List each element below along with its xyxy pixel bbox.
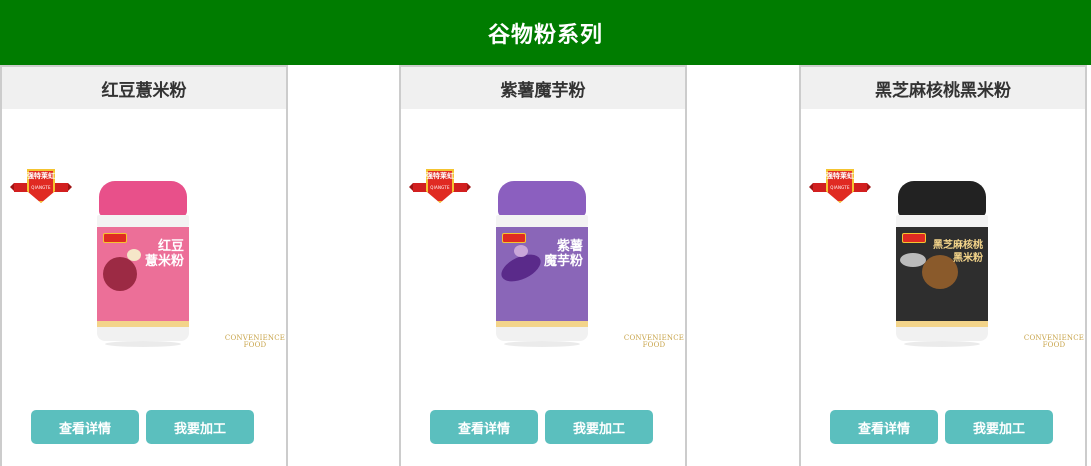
coix-seed-icon — [127, 249, 141, 261]
jar-logo-icon — [502, 233, 526, 243]
jar-logo-icon — [902, 233, 926, 243]
page-header: 谷物粉系列 — [0, 0, 1091, 65]
jar-label: 紫薯 魔芋粉 — [496, 227, 588, 321]
product-title[interactable]: 黑芝麻核桃黑米粉 — [801, 67, 1085, 109]
product-card-black-sesame: 黑芝麻核桃黑米粉 强特莱虹 QIANGTE 黑芝麻核桃 黑米粉 CONVENIE… — [799, 65, 1087, 466]
konjac-icon — [514, 245, 528, 257]
product-title-text: 紫薯魔芋粉 — [500, 80, 586, 101]
view-details-button[interactable]: 查看详情 — [31, 410, 139, 444]
product-image[interactable]: 强特莱虹 QIANGTE 黑芝麻核桃 黑米粉 CONVENIENCE FOOD — [801, 111, 1085, 411]
jar-label: 黑芝麻核桃 黑米粉 — [896, 227, 988, 321]
jar-lid — [898, 181, 986, 217]
product-card-purple-potato: 紫薯魔芋粉 强特莱虹 QIANGTE 紫薯 魔芋粉 CONVENIENCE FO… — [399, 65, 687, 466]
product-jar: 紫薯 魔芋粉 — [496, 181, 588, 347]
red-bean-icon — [103, 257, 137, 291]
convenience-food-label: CONVENIENCE FOOD — [224, 334, 286, 349]
jar-product-name: 紫薯 魔芋粉 — [543, 239, 583, 269]
product-card-red-bean: 红豆薏米粉 强特莱虹 QIANGTE 红豆 薏米粉 CONVENIENCE FO… — [0, 65, 288, 466]
view-details-button[interactable]: 查看详情 — [830, 410, 938, 444]
brand-badge-icon: 强特莱虹 QIANGTE — [10, 169, 72, 205]
product-title[interactable]: 紫薯魔芋粉 — [401, 67, 685, 109]
product-title-text: 黑芝麻核桃黑米粉 — [875, 80, 1011, 101]
product-jar: 红豆 薏米粉 — [97, 181, 189, 347]
jar-lid — [99, 181, 187, 217]
request-processing-button[interactable]: 我要加工 — [545, 410, 653, 444]
convenience-food-label: CONVENIENCE FOOD — [1023, 334, 1085, 349]
request-processing-button[interactable]: 我要加工 — [146, 410, 254, 444]
product-image[interactable]: 强特莱虹 QIANGTE 红豆 薏米粉 CONVENIENCE FOOD — [2, 111, 286, 411]
jar-product-name: 黑芝麻核桃 黑米粉 — [933, 240, 983, 264]
brand-badge-icon: 强特莱虹 QIANGTE — [809, 169, 871, 205]
product-image[interactable]: 强特莱虹 QIANGTE 紫薯 魔芋粉 CONVENIENCE FOOD — [401, 111, 685, 411]
view-details-button[interactable]: 查看详情 — [430, 410, 538, 444]
convenience-food-label: CONVENIENCE FOOD — [623, 334, 685, 349]
jar-lid — [498, 181, 586, 217]
jar-logo-icon — [103, 233, 127, 243]
product-jar: 黑芝麻核桃 黑米粉 — [896, 181, 988, 347]
page-title: 谷物粉系列 — [487, 22, 603, 48]
sesame-bowl-icon — [900, 253, 926, 267]
brand-badge-icon: 强特莱虹 QIANGTE — [409, 169, 471, 205]
product-title[interactable]: 红豆薏米粉 — [2, 67, 286, 109]
product-title-text: 红豆薏米粉 — [101, 80, 187, 101]
jar-label: 红豆 薏米粉 — [97, 227, 189, 321]
request-processing-button[interactable]: 我要加工 — [945, 410, 1053, 444]
jar-product-name: 红豆 薏米粉 — [144, 239, 184, 269]
